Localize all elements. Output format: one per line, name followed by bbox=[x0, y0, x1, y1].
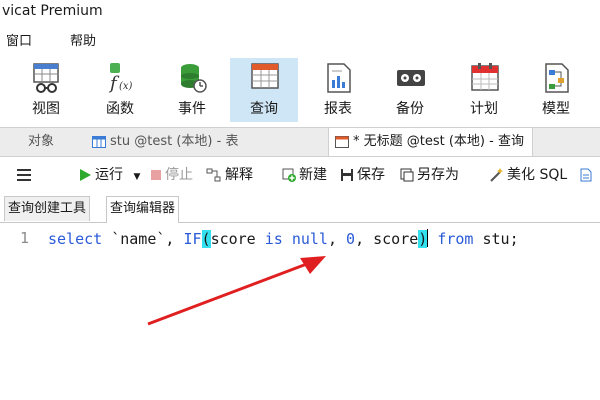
ribbon-model-button[interactable]: 模型 bbox=[522, 58, 590, 122]
save-as-label: 另存为 bbox=[417, 167, 459, 183]
ribbon-query-button[interactable]: 查询 bbox=[230, 58, 298, 122]
tab-objects-label: 对象 bbox=[28, 134, 55, 149]
tab-stu-table[interactable]: stu @test (本地) - 表 bbox=[92, 128, 238, 156]
function-icon: f (x) bbox=[108, 63, 133, 94]
ribbon-function-label: 函数 bbox=[106, 101, 134, 117]
stop-button[interactable]: 停止 bbox=[150, 157, 193, 193]
ribbon-report-label: 报表 bbox=[324, 101, 352, 117]
bracket-close: ) bbox=[418, 230, 428, 248]
ribbon-event-label: 事件 bbox=[178, 101, 206, 117]
save-icon bbox=[341, 169, 353, 181]
ribbon-schedule-button[interactable]: 计划 bbox=[450, 58, 518, 122]
function-if: IF bbox=[183, 230, 202, 248]
schedule-icon bbox=[471, 63, 499, 91]
save-as-icon bbox=[400, 168, 414, 182]
tab-query-builder-label: 查询创建工具 bbox=[8, 201, 87, 216]
ribbon-view-button[interactable]: 视图 bbox=[12, 58, 80, 122]
code-score: score bbox=[210, 230, 265, 248]
ribbon-backup-button[interactable]: 备份 bbox=[376, 58, 444, 122]
sql-editor[interactable]: 1 select `name`, IF(score is null, 0, sc… bbox=[0, 223, 600, 400]
table-icon bbox=[92, 135, 106, 148]
document-tab-bar: 对象 stu @test (本地) - 表 * 无标题 @test (本地) -… bbox=[0, 127, 600, 157]
code-table: stu; bbox=[473, 230, 519, 248]
keyword-null: null bbox=[291, 230, 328, 248]
ribbon-toolbar: 视图 f (x) 函数 事件 查询 报表 备份 计划 模型 bbox=[0, 56, 600, 126]
query-tab-icon bbox=[335, 135, 349, 148]
ribbon-function-button[interactable]: f (x) 函数 bbox=[86, 58, 154, 122]
number-zero: 0 bbox=[346, 230, 356, 248]
explain-label: 解释 bbox=[225, 167, 253, 183]
ribbon-backup-label: 备份 bbox=[396, 101, 424, 117]
beautify-sql-label: 美化 SQL bbox=[507, 167, 568, 183]
app-title: vicat Premium bbox=[2, 3, 103, 19]
bracket-open: ( bbox=[201, 230, 211, 248]
tab-untitled-query-label: * 无标题 @test (本地) - 查询 bbox=[353, 134, 524, 149]
menu-item-window[interactable]: 窗口 bbox=[4, 30, 34, 54]
query-toolbar: 运行 ▼ 停止 解释 新建 保存 另存为 美化 SQL bbox=[0, 157, 600, 193]
tab-query-editor-label: 查询编辑器 bbox=[110, 201, 176, 216]
tab-untitled-query[interactable]: * 无标题 @test (本地) - 查询 bbox=[328, 128, 533, 156]
code-comma: , bbox=[327, 230, 347, 248]
model-icon bbox=[545, 63, 569, 93]
tab-query-editor[interactable]: 查询编辑器 bbox=[106, 196, 180, 223]
save-button[interactable]: 保存 bbox=[340, 157, 385, 193]
stop-icon bbox=[151, 170, 161, 180]
code-space-2 bbox=[428, 230, 437, 248]
beautify-sql-button[interactable]: 美化 SQL bbox=[488, 157, 567, 193]
explain-button[interactable]: 解释 bbox=[206, 157, 253, 193]
new-label: 新建 bbox=[299, 167, 327, 183]
ribbon-view-label: 视图 bbox=[32, 101, 60, 117]
ribbon-event-button[interactable]: 事件 bbox=[158, 58, 226, 122]
keyword-select: select bbox=[48, 230, 103, 248]
play-icon bbox=[80, 169, 91, 181]
new-icon bbox=[282, 168, 296, 182]
document-icon bbox=[580, 168, 592, 182]
ribbon-query-label: 查询 bbox=[250, 101, 278, 117]
sql-code-line[interactable]: select `name`, IF(score is null, 0, scor… bbox=[48, 229, 519, 248]
event-icon bbox=[181, 64, 207, 93]
ribbon-model-label: 模型 bbox=[542, 101, 570, 117]
code-column: `name`, bbox=[102, 230, 184, 248]
query-icon bbox=[251, 63, 279, 89]
keyword-is: is bbox=[264, 230, 283, 248]
view-grid-icon bbox=[33, 63, 59, 93]
line-number: 1 bbox=[20, 229, 30, 247]
tab-objects[interactable]: 对象 bbox=[28, 128, 54, 156]
save-as-button[interactable]: 另存为 bbox=[400, 157, 459, 193]
editor-mode-tabs: 查询创建工具 查询编辑器 bbox=[0, 194, 600, 223]
hamburger-menu-button[interactable] bbox=[16, 157, 35, 193]
tab-stu-table-label: stu @test (本地) - 表 bbox=[110, 134, 239, 149]
code-score-2: , score bbox=[355, 230, 419, 248]
magic-wand-icon bbox=[490, 168, 503, 182]
run-dropdown-caret-icon[interactable]: ▼ bbox=[133, 172, 140, 182]
title-bar: vicat Premium bbox=[0, 0, 600, 26]
ribbon-schedule-label: 计划 bbox=[470, 101, 498, 117]
menu-item-help[interactable]: 帮助 bbox=[68, 30, 98, 54]
run-button[interactable]: 运行 ▼ bbox=[78, 157, 140, 193]
stop-label: 停止 bbox=[165, 167, 193, 183]
keyword-from: from bbox=[437, 230, 474, 248]
menu-bar: 窗口 帮助 bbox=[0, 30, 600, 54]
tab-query-builder[interactable]: 查询创建工具 bbox=[4, 196, 91, 221]
hamburger-icon bbox=[17, 169, 31, 181]
run-label: 运行 bbox=[95, 167, 123, 183]
report-icon bbox=[327, 63, 351, 93]
svg-text:(x): (x) bbox=[119, 81, 133, 92]
ribbon-report-button[interactable]: 报表 bbox=[304, 58, 372, 122]
code-snippet-button[interactable] bbox=[580, 157, 595, 193]
explain-icon bbox=[206, 168, 221, 182]
backup-icon bbox=[397, 70, 425, 86]
new-query-button[interactable]: 新建 bbox=[282, 157, 327, 193]
save-label: 保存 bbox=[357, 167, 385, 183]
